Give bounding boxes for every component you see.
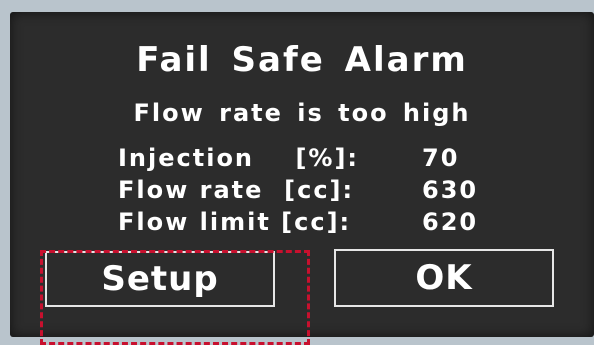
reading-value: 620	[422, 208, 479, 236]
reading-label: Flow limit [cc]:	[118, 208, 352, 236]
alarm-message: Flow rate is too high	[133, 99, 471, 127]
reading-flow-rate: Flow rate [cc]: 630	[118, 174, 478, 206]
alarm-title: Fail Safe Alarm	[136, 40, 468, 80]
ok-button[interactable]: OK	[334, 249, 554, 307]
reading-label: Injection [%]:	[118, 144, 360, 172]
setup-button[interactable]: Setup	[45, 251, 275, 307]
reading-value: 630	[422, 176, 479, 204]
reading-label: Flow rate [cc]:	[118, 176, 355, 204]
reading-flow-limit: Flow limit [cc]: 620	[118, 206, 478, 238]
readings-panel: Injection [%]: 70 Flow rate [cc]: 630 Fl…	[118, 142, 478, 238]
reading-value: 70	[422, 144, 460, 172]
reading-injection: Injection [%]: 70	[118, 142, 478, 174]
